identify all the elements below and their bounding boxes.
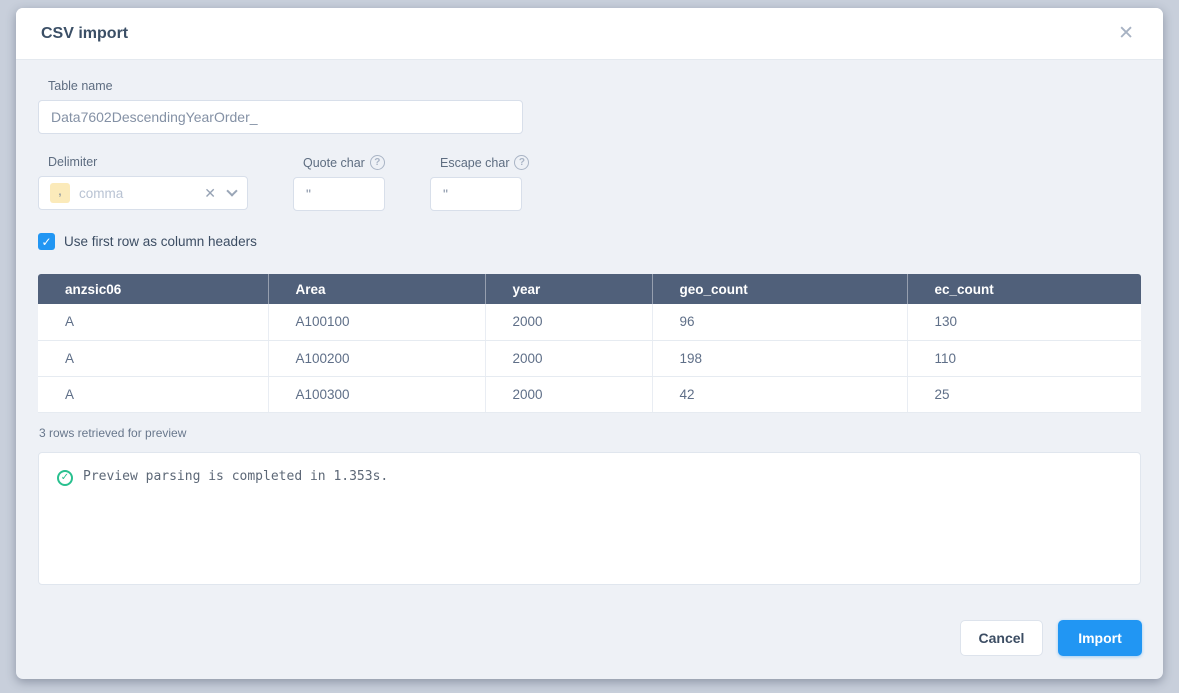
escape-char-group: Escape char ? bbox=[430, 155, 529, 211]
table-row: A A100300 2000 42 25 bbox=[38, 376, 1141, 412]
quote-char-label: Quote char ? bbox=[303, 155, 385, 170]
header-checkbox-label: Use first row as column headers bbox=[64, 234, 257, 249]
table-cell: 25 bbox=[907, 376, 1141, 412]
table-cell: A bbox=[38, 304, 268, 340]
delimiter-select[interactable]: , comma ✕ bbox=[38, 176, 248, 210]
preview-summary: 3 rows retrieved for preview bbox=[39, 426, 1141, 440]
preview-table-header: anzsic06 Area year geo_count ec_count bbox=[38, 274, 1141, 304]
table-cell: 110 bbox=[907, 340, 1141, 376]
table-cell: A100300 bbox=[268, 376, 485, 412]
table-cell: 2000 bbox=[485, 340, 652, 376]
column-header: year bbox=[485, 274, 652, 304]
delimiter-group: Delimiter , comma ✕ bbox=[38, 155, 248, 211]
modal-header: CSV import ✕ bbox=[16, 8, 1163, 60]
table-row: A A100200 2000 198 110 bbox=[38, 340, 1141, 376]
quote-char-input[interactable] bbox=[293, 177, 385, 211]
table-cell: 42 bbox=[652, 376, 907, 412]
delimiter-badge: , bbox=[50, 183, 70, 203]
table-cell: A100100 bbox=[268, 304, 485, 340]
cancel-button[interactable]: Cancel bbox=[960, 620, 1043, 656]
table-cell: 198 bbox=[652, 340, 907, 376]
table-cell: A bbox=[38, 376, 268, 412]
header-checkbox-row: ✓ Use first row as column headers bbox=[38, 233, 1141, 250]
delimiter-row: Delimiter , comma ✕ Quote char ? Escape … bbox=[38, 155, 1141, 211]
table-cell: 2000 bbox=[485, 304, 652, 340]
chevron-down-icon[interactable] bbox=[226, 185, 237, 196]
csv-import-modal: CSV import ✕ Table name Delimiter , comm… bbox=[16, 8, 1163, 679]
escape-char-input[interactable] bbox=[430, 177, 522, 211]
quote-char-group: Quote char ? bbox=[293, 155, 385, 211]
checkbox-checked[interactable]: ✓ bbox=[38, 233, 55, 250]
table-name-input[interactable] bbox=[38, 100, 523, 134]
delimiter-value: comma bbox=[79, 186, 204, 201]
table-cell: A100200 bbox=[268, 340, 485, 376]
log-message: Preview parsing is completed in 1.353s. bbox=[83, 469, 388, 484]
table-cell: 96 bbox=[652, 304, 907, 340]
column-header: anzsic06 bbox=[38, 274, 268, 304]
table-name-label: Table name bbox=[48, 79, 1141, 93]
import-button[interactable]: Import bbox=[1058, 620, 1142, 656]
escape-char-label-text: Escape char bbox=[440, 156, 509, 170]
help-icon[interactable]: ? bbox=[514, 155, 529, 170]
modal-title: CSV import bbox=[41, 25, 128, 43]
help-icon[interactable]: ? bbox=[370, 155, 385, 170]
table-cell: 2000 bbox=[485, 376, 652, 412]
clear-icon[interactable]: ✕ bbox=[204, 186, 216, 200]
modal-body: Table name Delimiter , comma ✕ Quote cha… bbox=[16, 60, 1163, 616]
success-icon: ✓ bbox=[57, 470, 73, 486]
close-icon[interactable]: ✕ bbox=[1114, 22, 1138, 45]
check-icon: ✓ bbox=[41, 236, 51, 248]
log-panel: ✓ Preview parsing is completed in 1.353s… bbox=[38, 452, 1141, 585]
table-cell: A bbox=[38, 340, 268, 376]
table-name-group: Table name bbox=[38, 79, 1141, 134]
table-row: A A100100 2000 96 130 bbox=[38, 304, 1141, 340]
table-cell: 130 bbox=[907, 304, 1141, 340]
column-header: ec_count bbox=[907, 274, 1141, 304]
quote-char-label-text: Quote char bbox=[303, 156, 365, 170]
modal-footer: Cancel Import bbox=[16, 616, 1163, 679]
delimiter-label: Delimiter bbox=[48, 155, 248, 169]
escape-char-label: Escape char ? bbox=[440, 155, 529, 170]
column-header: Area bbox=[268, 274, 485, 304]
column-header: geo_count bbox=[652, 274, 907, 304]
preview-table: anzsic06 Area year geo_count ec_count A … bbox=[38, 274, 1141, 413]
